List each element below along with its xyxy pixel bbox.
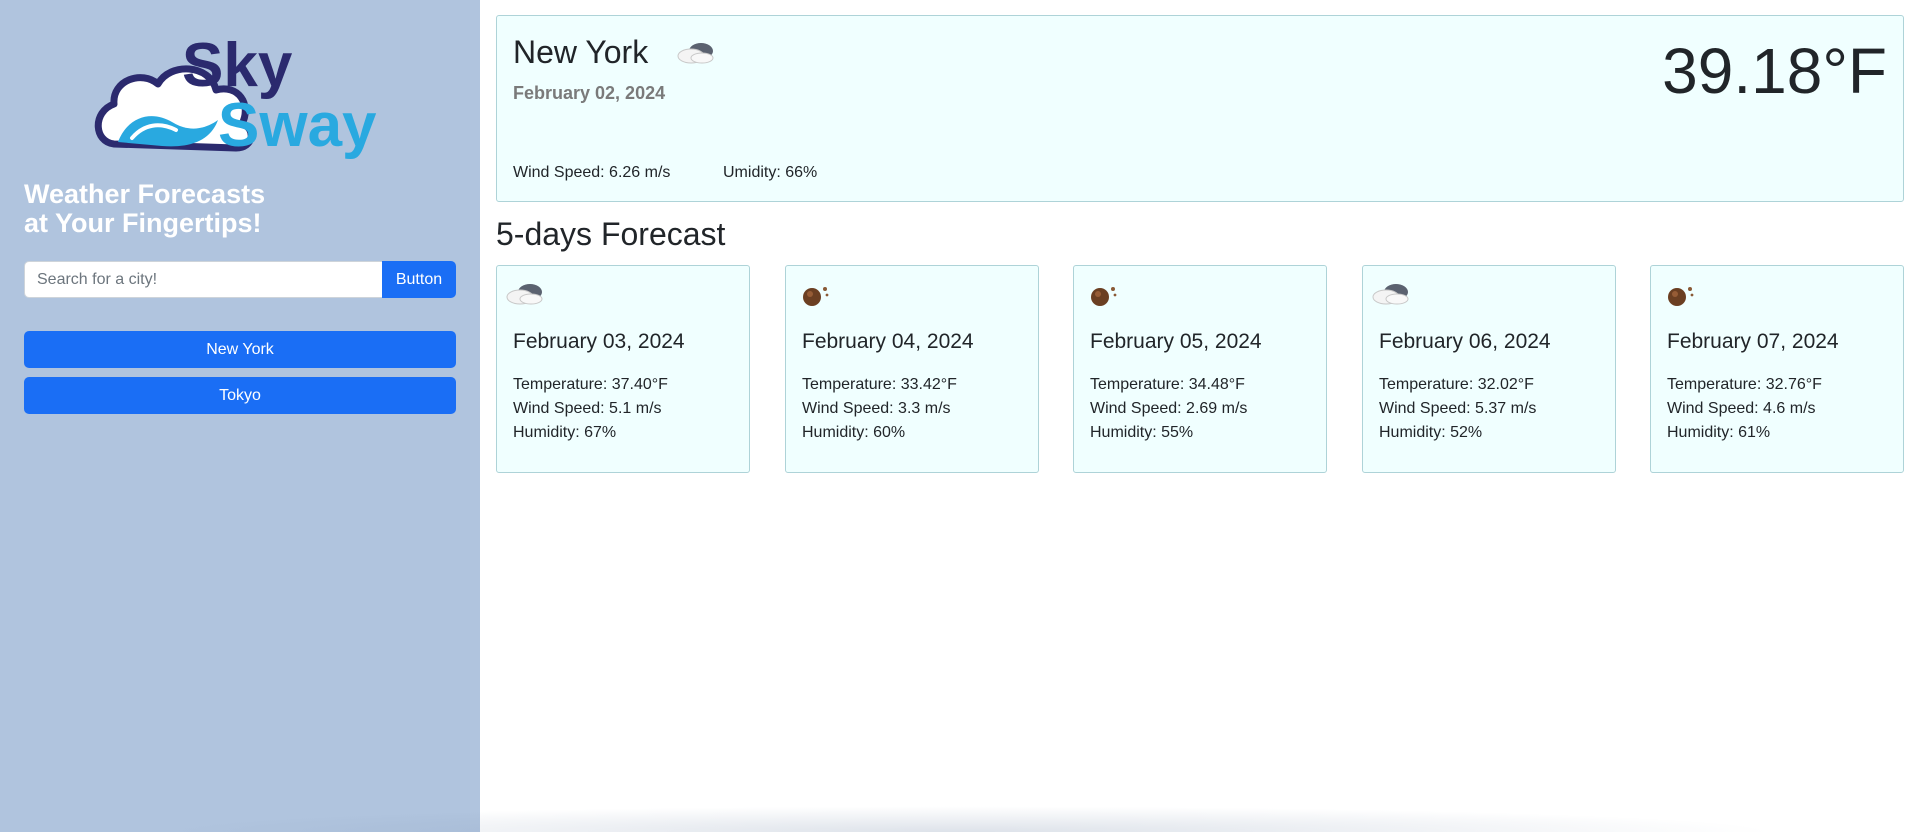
tagline-line-2: at Your Fingertips! (24, 208, 262, 238)
forecast-date: February 06, 2024 (1379, 330, 1551, 353)
current-weather-card: New York February 02, 2024 39.18°F Wind … (496, 15, 1904, 202)
forecast-humidity: Humidity: 67% (513, 424, 617, 441)
weather-app: Sky Sway Weather Forecasts at Your Finge… (0, 0, 1920, 832)
forecast-title: 5-days Forecast (496, 216, 726, 252)
city-search-group: Button (24, 261, 456, 298)
forecast-temperature: Temperature: 34.48°F (1090, 376, 1245, 393)
tagline: Weather Forecasts at Your Fingertips! (24, 180, 265, 238)
forecast-card: February 04, 2024 Temperature: 33.42°F W… (785, 265, 1039, 473)
history-button-new-york[interactable]: New York (24, 331, 456, 368)
current-city-name: New York (513, 34, 649, 70)
history-button-tokyo[interactable]: Tokyo (24, 377, 456, 414)
tagline-line-1: Weather Forecasts (24, 179, 266, 209)
search-button[interactable]: Button (382, 261, 456, 298)
current-temperature: 39.18°F (1662, 35, 1887, 107)
forecast-humidity: Humidity: 61% (1667, 424, 1771, 441)
forecast-humidity: Humidity: 52% (1379, 424, 1483, 441)
logo-text-sky: Sky (182, 31, 293, 100)
cloud-icon (674, 37, 718, 69)
city-search-input[interactable] (24, 261, 382, 298)
current-date: February 02, 2024 (513, 83, 666, 103)
skysway-logo: Sky Sway (92, 24, 392, 164)
cloud-icon (1369, 278, 1413, 310)
forecast-temperature: Temperature: 33.42°F (802, 376, 957, 393)
forecast-wind-speed: Wind Speed: 5.37 m/s (1379, 400, 1537, 417)
forecast-humidity: Humidity: 60% (802, 424, 906, 441)
forecast-temperature: Temperature: 32.02°F (1379, 376, 1534, 393)
forecast-temperature: Temperature: 32.76°F (1667, 376, 1822, 393)
sidebar: Sky Sway Weather Forecasts at Your Finge… (0, 0, 480, 832)
main-content: New York February 02, 2024 39.18°F Wind … (496, 15, 1904, 473)
forecast-date: February 05, 2024 (1090, 330, 1262, 353)
forecast-wind-speed: Wind Speed: 4.6 m/s (1667, 400, 1816, 417)
comet-icon (792, 278, 836, 310)
current-wind-speed: Wind Speed: 6.26 m/s (513, 164, 671, 181)
forecast-humidity: Humidity: 55% (1090, 424, 1194, 441)
forecast-wind-speed: Wind Speed: 2.69 m/s (1090, 400, 1248, 417)
logo-text-sway: Sway (218, 91, 377, 160)
forecast-card: February 03, 2024 Temperature: 37.40°F W… (496, 265, 750, 473)
forecast-row: February 03, 2024 Temperature: 37.40°F W… (496, 265, 1904, 473)
comet-icon (1080, 278, 1124, 310)
forecast-wind-speed: Wind Speed: 3.3 m/s (802, 400, 951, 417)
forecast-date: February 03, 2024 (513, 330, 685, 353)
search-history: New York Tokyo (24, 331, 456, 423)
forecast-date: February 04, 2024 (802, 330, 974, 353)
forecast-temperature: Temperature: 37.40°F (513, 376, 668, 393)
current-humidity: Umidity: 66% (723, 164, 818, 181)
forecast-card: February 06, 2024 Temperature: 32.02°F W… (1362, 265, 1616, 473)
current-city-row: New York (513, 34, 718, 71)
forecast-wind-speed: Wind Speed: 5.1 m/s (513, 400, 662, 417)
comet-icon (1657, 278, 1701, 310)
cloud-icon (503, 278, 547, 310)
forecast-card: February 07, 2024 Temperature: 32.76°F W… (1650, 265, 1904, 473)
forecast-date: February 07, 2024 (1667, 330, 1839, 353)
forecast-card: February 05, 2024 Temperature: 34.48°F W… (1073, 265, 1327, 473)
